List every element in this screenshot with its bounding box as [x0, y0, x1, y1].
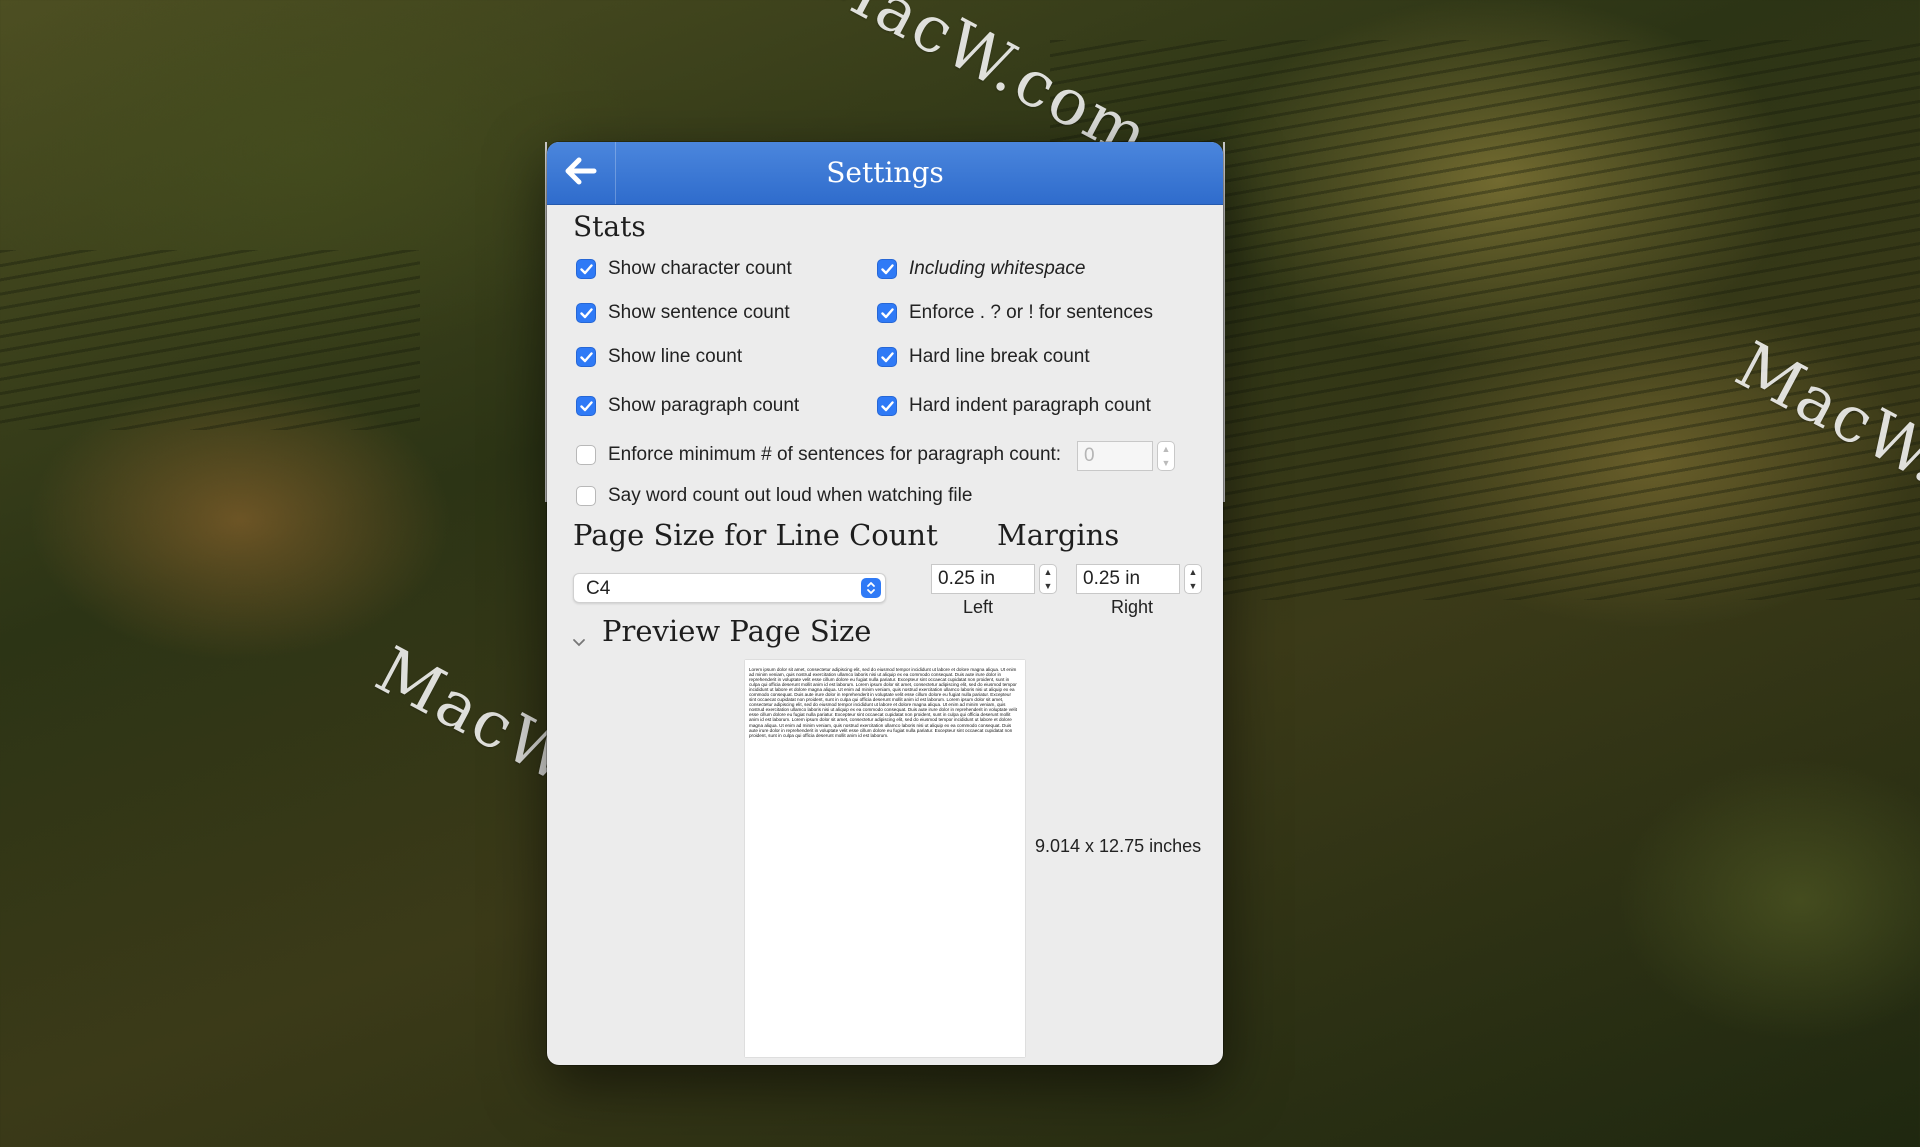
hard-indent-paragraph-count-checkbox[interactable]: Hard indent paragraph count: [877, 395, 1151, 417]
chevron-down-icon[interactable]: [572, 635, 586, 653]
enforce-sentence-punctuation-checkbox[interactable]: Enforce . ? or ! for sentences: [877, 302, 1153, 324]
checkmark-icon: [576, 303, 596, 323]
checkbox-box: [576, 486, 596, 506]
preview-heading: Preview Page Size: [602, 614, 872, 648]
say-word-count-checkbox[interactable]: Say word count out loud when watching fi…: [576, 485, 972, 507]
preview-sample-text: Lorem ipsum dolor sit amet, consectetur …: [749, 667, 1017, 738]
option-label: Show sentence count: [608, 302, 790, 323]
stats-heading: Stats: [573, 210, 646, 243]
enforce-minimum-sentences-checkbox[interactable]: Enforce minimum # of sentences for parag…: [576, 444, 1061, 466]
left-margin-label: Left: [963, 597, 994, 617]
stepper-down-icon: ▼: [1043, 580, 1053, 591]
page-dimensions-label: 9.014 x 12.75 inches: [1035, 836, 1202, 856]
option-label: Show paragraph count: [608, 395, 800, 416]
show-character-count-checkbox[interactable]: Show character count: [576, 258, 792, 280]
page-size-heading: Page Size for Line Count: [573, 518, 938, 552]
checkmark-icon: [576, 259, 596, 279]
min-sentences-field[interactable]: 0: [1077, 441, 1153, 471]
checkmark-icon: [576, 347, 596, 367]
option-label: Show line count: [608, 346, 743, 367]
page-size-select[interactable]: C4: [573, 573, 886, 603]
option-label: Enforce minimum # of sentences for parag…: [608, 444, 1062, 465]
preview-page: Lorem ipsum dolor sit amet, consectetur …: [745, 660, 1025, 1057]
right-margin-stepper[interactable]: ▲ ▼: [1184, 564, 1202, 594]
right-margin-label: Right: [1111, 597, 1154, 617]
checkmark-icon: [877, 259, 897, 279]
checkmark-icon: [877, 347, 897, 367]
option-label: Enforce . ? or ! for sentences: [909, 302, 1153, 323]
left-margin-field[interactable]: 0.25 in: [931, 564, 1035, 594]
option-label: Hard indent paragraph count: [909, 395, 1151, 416]
including-whitespace-checkbox[interactable]: Including whitespace: [877, 258, 1085, 280]
right-margin-field[interactable]: 0.25 in: [1076, 564, 1180, 594]
show-sentence-count-checkbox[interactable]: Show sentence count: [576, 302, 790, 324]
title-bar: Settings: [547, 142, 1223, 205]
window-title: Settings: [826, 156, 944, 189]
hard-line-break-count-checkbox[interactable]: Hard line break count: [877, 346, 1090, 368]
show-line-count-checkbox[interactable]: Show line count: [576, 346, 742, 368]
checkmark-icon: [877, 396, 897, 416]
stepper-up-icon: ▲: [1161, 443, 1171, 454]
stepper-down-icon: ▼: [1188, 580, 1198, 591]
show-paragraph-count-checkbox[interactable]: Show paragraph count: [576, 395, 799, 417]
option-label: Hard line break count: [909, 346, 1090, 367]
stepper-down-icon: ▼: [1161, 457, 1171, 468]
watermark-right: MacW.com: [1724, 328, 1920, 566]
option-label: Say word count out loud when watching fi…: [608, 485, 973, 506]
checkmark-icon: [576, 396, 596, 416]
up-down-chevron-icon: [861, 578, 881, 598]
option-label: Including whitespace: [909, 258, 1086, 279]
settings-window: Settings Stats Show character count Show…: [547, 142, 1223, 1065]
left-margin-stepper[interactable]: ▲ ▼: [1039, 564, 1057, 594]
vineyard-rows-left: [0, 250, 420, 430]
stepper-up-icon: ▲: [1188, 566, 1198, 577]
option-label: Show character count: [608, 258, 792, 279]
stepper-up-icon: ▲: [1043, 566, 1053, 577]
checkbox-box: [576, 445, 596, 465]
page-size-value: C4: [586, 578, 611, 599]
margins-heading: Margins: [997, 518, 1120, 552]
min-sentences-stepper[interactable]: ▲ ▼: [1157, 441, 1175, 471]
checkmark-icon: [877, 303, 897, 323]
